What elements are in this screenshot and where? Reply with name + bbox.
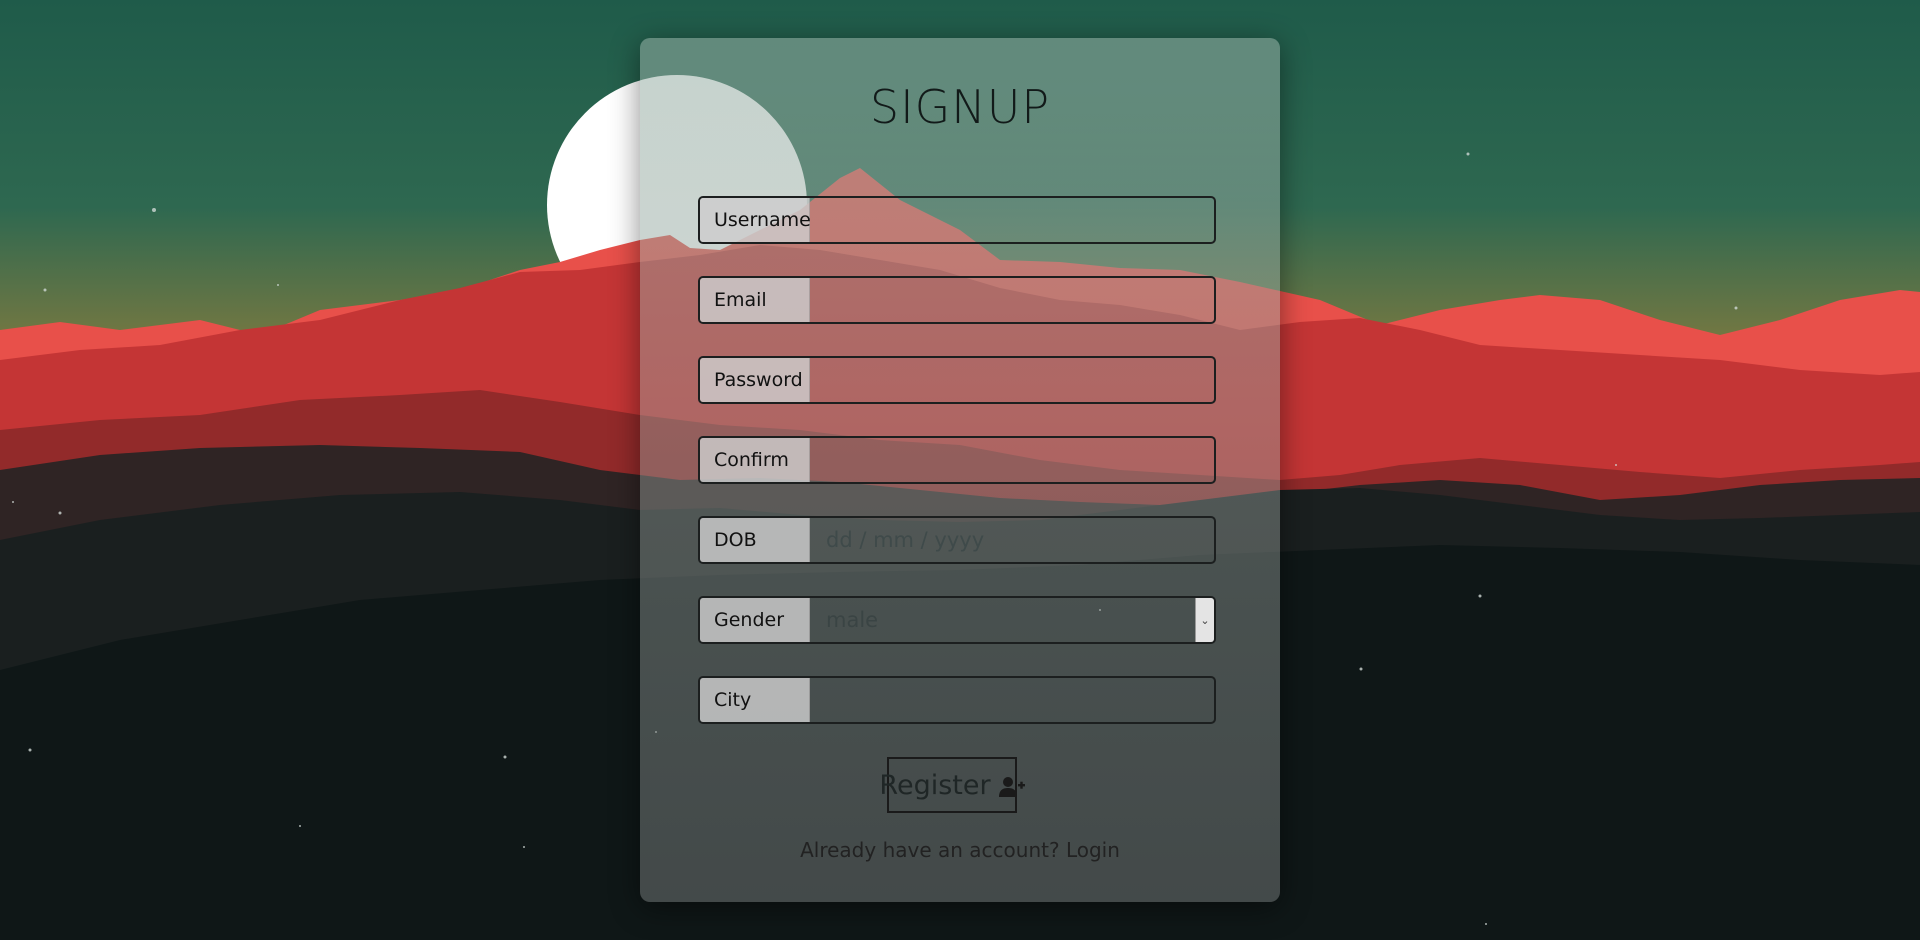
- gender-select[interactable]: male ⌄: [810, 598, 1214, 642]
- password-label: Password: [700, 358, 810, 402]
- gender-selected-value: male: [826, 608, 879, 632]
- gender-field: Gender male ⌄: [698, 596, 1216, 644]
- city-label: City: [700, 678, 810, 722]
- login-link[interactable]: Login: [1066, 838, 1120, 862]
- username-input[interactable]: [810, 198, 1214, 242]
- dob-label: DOB: [700, 518, 810, 562]
- username-field: Username: [698, 196, 1216, 244]
- confirm-password-input[interactable]: [810, 438, 1214, 482]
- city-field: City: [698, 676, 1216, 724]
- login-prompt-text: Already have an account?: [800, 838, 1060, 862]
- email-input[interactable]: [810, 278, 1214, 322]
- password-field: Password: [698, 356, 1216, 404]
- dob-field: DOB: [698, 516, 1216, 564]
- chevron-down-icon[interactable]: ⌄: [1195, 598, 1214, 642]
- email-field: Email: [698, 276, 1216, 324]
- password-input[interactable]: [810, 358, 1214, 402]
- email-label: Email: [700, 278, 810, 322]
- signup-card: SIGNUP Username Email Password Confirm D…: [640, 38, 1280, 902]
- login-prompt: Already have an account? Login: [640, 838, 1280, 862]
- register-button[interactable]: Register: [879, 757, 1025, 813]
- gender-label: Gender: [700, 598, 810, 642]
- confirm-password-field: Confirm: [698, 436, 1216, 484]
- confirm-label: Confirm: [700, 438, 810, 482]
- username-label: Username: [700, 198, 811, 242]
- register-label: Register: [879, 769, 991, 801]
- page-title: SIGNUP: [869, 80, 1051, 134]
- user-plus-icon: [998, 774, 1025, 797]
- city-input[interactable]: [810, 678, 1214, 722]
- dob-input[interactable]: [810, 518, 1214, 562]
